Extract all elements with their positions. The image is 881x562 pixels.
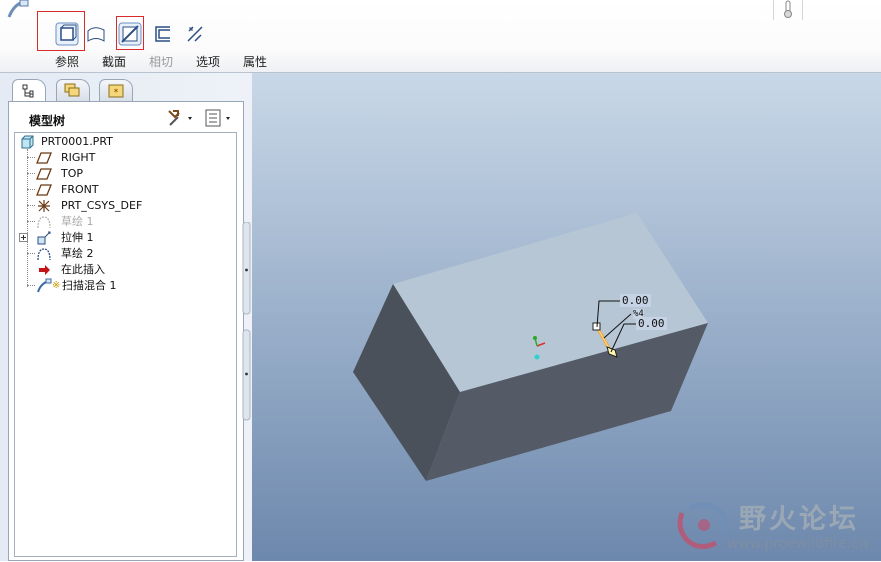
model-view [353,213,708,481]
dimension-value[interactable]: 0.00 [620,294,651,307]
watermark-url: www.proewildfire.cn [727,536,869,552]
dimension-value[interactable]: 0.00 [636,317,667,330]
watermark-title: 野火论坛 [739,504,859,535]
